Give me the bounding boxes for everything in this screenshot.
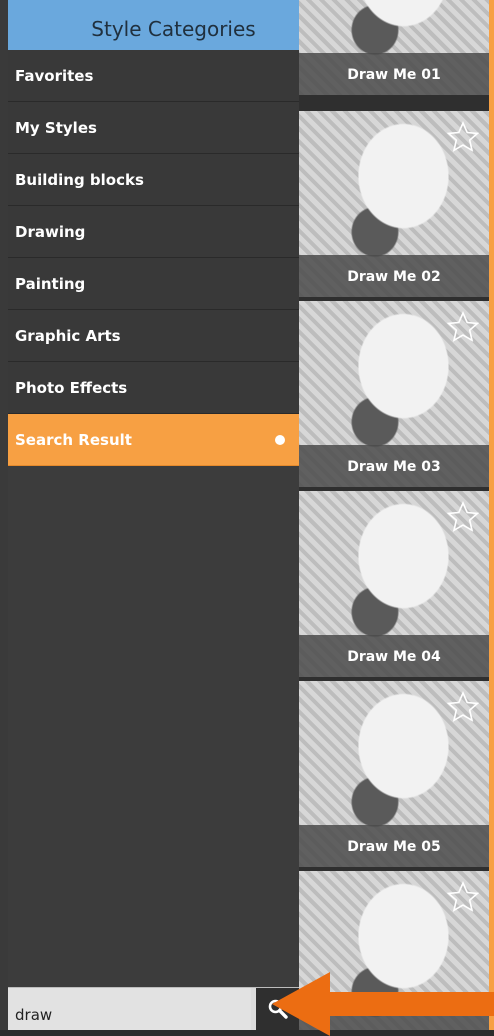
category-favorites[interactable]: Favorites bbox=[8, 50, 299, 102]
style-thumbnail[interactable]: Draw Me 02 bbox=[299, 111, 489, 297]
thumbnail-list: Draw Me 01 Draw Me 02 Draw Me 03 Draw Me… bbox=[299, 0, 489, 1030]
window-edge bbox=[0, 0, 8, 1030]
favorite-star-icon[interactable] bbox=[447, 881, 479, 913]
category-building-blocks[interactable]: Building blocks bbox=[8, 154, 299, 206]
favorite-star-icon[interactable] bbox=[447, 121, 479, 153]
category-label: Search Result bbox=[15, 431, 132, 449]
category-label: Drawing bbox=[15, 223, 86, 241]
category-label: My Styles bbox=[15, 119, 97, 137]
style-thumbnail[interactable]: Draw Me 03 bbox=[299, 301, 489, 487]
category-label: Photo Effects bbox=[15, 379, 128, 397]
thumbnail-label: Draw Me 05 bbox=[299, 825, 489, 867]
category-my-styles[interactable]: My Styles bbox=[8, 102, 299, 154]
scrollbar[interactable] bbox=[489, 0, 494, 1030]
style-thumbnail[interactable]: Draw Me 04 bbox=[299, 491, 489, 677]
panel-title: Style Categories bbox=[8, 0, 299, 50]
category-painting[interactable]: Painting bbox=[8, 258, 299, 310]
category-graphic-arts[interactable]: Graphic Arts bbox=[8, 310, 299, 362]
favorite-star-icon[interactable] bbox=[447, 311, 479, 343]
arrow-left-icon bbox=[272, 972, 494, 1036]
favorite-star-icon[interactable] bbox=[447, 691, 479, 723]
search-bar bbox=[8, 987, 299, 1030]
search-input[interactable] bbox=[8, 988, 251, 1030]
style-thumbnail[interactable]: Draw Me 01 bbox=[299, 0, 489, 95]
category-label: Favorites bbox=[15, 67, 94, 85]
style-thumbnail[interactable]: Draw Me 05 bbox=[299, 681, 489, 867]
category-label: Building blocks bbox=[15, 171, 144, 189]
category-label: Painting bbox=[15, 275, 86, 293]
favorite-star-icon[interactable] bbox=[447, 501, 479, 533]
selected-indicator-dot bbox=[275, 435, 285, 445]
category-drawing[interactable]: Drawing bbox=[8, 206, 299, 258]
category-search-result[interactable]: Search Result bbox=[8, 414, 299, 466]
thumbnail-label: Draw Me 02 bbox=[299, 255, 489, 297]
thumbnail-label: Draw Me 04 bbox=[299, 635, 489, 677]
thumbnail-label: Draw Me 01 bbox=[299, 53, 489, 95]
category-label: Graphic Arts bbox=[15, 327, 121, 345]
category-photo-effects[interactable]: Photo Effects bbox=[8, 362, 299, 414]
style-categories-panel: Style Categories Favorites My Styles Bui… bbox=[8, 0, 299, 987]
thumbnail-label: Draw Me 03 bbox=[299, 445, 489, 487]
